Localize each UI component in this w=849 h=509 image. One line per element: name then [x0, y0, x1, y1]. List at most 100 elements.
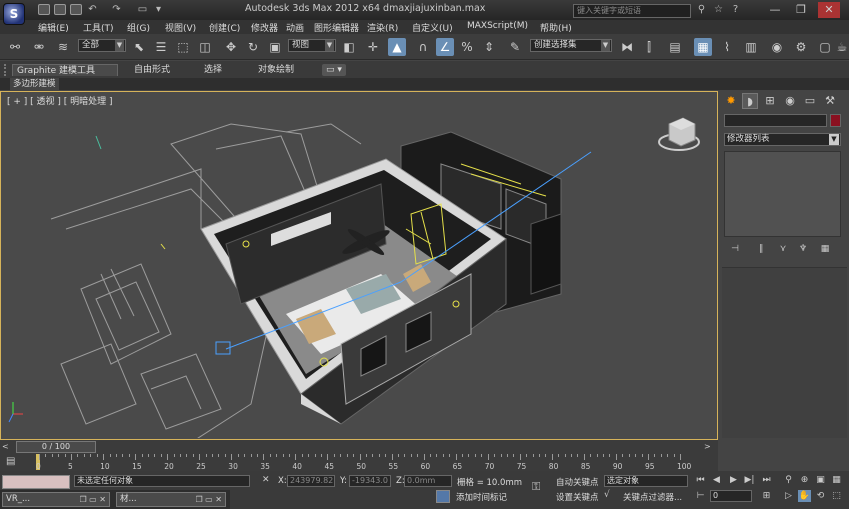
remove-modifier-icon[interactable]: ♆	[796, 243, 810, 256]
tab-selection[interactable]: 选择	[200, 64, 226, 76]
project-folder-icon[interactable]: ▭	[136, 4, 149, 16]
named-selection-dropdown[interactable]: 创建选择集 ▼	[530, 39, 612, 52]
maximize-viewport-icon[interactable]: ⬚	[830, 490, 843, 502]
go-to-end-icon[interactable]: ⏭	[760, 474, 773, 486]
new-file-icon[interactable]	[38, 4, 50, 15]
open-file-icon[interactable]	[54, 4, 66, 15]
quick-access-dropdown-icon[interactable]: ▾	[152, 4, 165, 16]
angle-snap-icon[interactable]: ∠	[436, 38, 454, 56]
menu-create[interactable]: 创建(C)	[209, 21, 240, 34]
isolate-selection-icon[interactable]: ✕	[262, 475, 274, 487]
polygon-modeling-panel[interactable]: 多边形建模	[10, 78, 59, 90]
binoculars-icon[interactable]: ⚲	[695, 4, 708, 16]
zoom-icon[interactable]: ⚲	[782, 474, 795, 486]
modifier-stack[interactable]	[724, 151, 841, 237]
pan-view-icon[interactable]: ✋	[798, 490, 811, 502]
tab-graphite-modeling[interactable]: Graphite 建模工具	[12, 64, 118, 76]
object-name-field[interactable]	[724, 114, 827, 127]
display-panel-icon[interactable]: ▭	[802, 93, 818, 109]
next-key-icon[interactable]: ▶|	[743, 474, 756, 486]
orbit-icon[interactable]: ⟲	[814, 490, 827, 502]
redo-icon[interactable]: ↷	[110, 4, 123, 16]
rectangular-selection-icon[interactable]: ⬚	[174, 38, 192, 56]
set-key-button[interactable]: 设置关键点	[556, 491, 599, 503]
material-editor-icon[interactable]: ◉	[768, 38, 786, 56]
auto-key-button[interactable]: 自动关键点	[556, 476, 599, 488]
reference-coordinate-dropdown[interactable]: 视图 ▼	[288, 39, 336, 52]
spinner-snap-icon[interactable]: ⇕	[480, 38, 498, 56]
window-crossing-icon[interactable]: ◫	[196, 38, 214, 56]
ribbon-options-icon[interactable]: ▭ ▾	[322, 64, 346, 76]
schematic-view-icon[interactable]: ▥	[742, 38, 760, 56]
menu-group[interactable]: 组(G)	[127, 21, 150, 34]
zoom-extents-all-icon[interactable]: ▦	[830, 474, 843, 486]
time-tag-icon[interactable]	[436, 490, 450, 503]
next-frame-icon[interactable]: >	[704, 442, 716, 452]
menu-animation[interactable]: 动画	[286, 21, 304, 34]
play-icon[interactable]: ▶	[727, 474, 740, 486]
select-and-move-icon[interactable]: ✥	[222, 38, 240, 56]
y-coordinate-field[interactable]: -19343.0	[349, 475, 391, 487]
close-button[interactable]: ✕	[818, 2, 840, 18]
edit-named-selection-icon[interactable]: ✎	[506, 38, 524, 56]
menu-rendering[interactable]: 渲染(R)	[367, 21, 398, 34]
selection-filter-dropdown[interactable]: 全部 ▼	[78, 39, 126, 52]
show-end-result-icon[interactable]: ∥	[754, 243, 768, 256]
motion-panel-icon[interactable]: ◉	[782, 93, 798, 109]
layer-manager-icon[interactable]: ▤	[666, 38, 684, 56]
menu-edit[interactable]: 编辑(E)	[38, 21, 69, 34]
save-file-icon[interactable]	[70, 4, 82, 15]
search-input[interactable]: 键入关键字或短语	[573, 4, 691, 18]
previous-frame-icon[interactable]: ◀	[710, 474, 723, 486]
select-by-name-icon[interactable]: ☰	[152, 38, 170, 56]
subscription-star-icon[interactable]: ☆	[712, 4, 725, 16]
time-slider-thumb[interactable]: 0 / 100	[16, 441, 96, 453]
modify-panel-icon[interactable]: ◗	[742, 93, 758, 109]
make-unique-icon[interactable]: ⋎	[776, 243, 790, 256]
keyboard-shortcut-override-icon[interactable]: ▲	[388, 38, 406, 56]
key-mode-toggle-icon[interactable]: ⊢	[694, 490, 707, 502]
utilities-panel-icon[interactable]: ⚒	[822, 93, 838, 109]
pivot-center-icon[interactable]: ◧	[340, 38, 358, 56]
current-frame-field[interactable]: 0	[710, 490, 752, 502]
time-slider[interactable]: < 0 / 100 >	[0, 440, 718, 454]
key-icon[interactable]: ⚿	[532, 480, 548, 493]
render-production-icon[interactable]: ☕	[836, 38, 848, 56]
unlink-icon[interactable]: ⚮	[30, 38, 48, 56]
add-time-tag-button[interactable]: 添加时间标记	[456, 491, 507, 503]
tab-freeform[interactable]: 自由形式	[130, 64, 174, 76]
modifier-list-dropdown[interactable]: 修改器列表 ▼	[724, 133, 841, 146]
curve-editor-icon[interactable]: ⌇	[718, 38, 736, 56]
window-controls-icon[interactable]: ❐ ▭ ✕	[195, 493, 222, 506]
field-of-view-icon[interactable]: ▷	[782, 490, 795, 502]
hierarchy-panel-icon[interactable]: ⊞	[762, 93, 778, 109]
prev-frame-icon[interactable]: <	[2, 442, 14, 452]
menu-maxscript[interactable]: MAXScript(M)	[467, 21, 528, 31]
key-filters-button[interactable]: 关键点过滤器...	[623, 491, 682, 503]
render-frame-icon[interactable]: ▢	[816, 38, 834, 56]
menu-customize[interactable]: 自定义(U)	[412, 21, 453, 34]
undo-icon[interactable]: ↶	[86, 4, 99, 16]
select-manipulate-icon[interactable]: ✛	[364, 38, 382, 56]
menu-graph-editors[interactable]: 图形编辑器	[314, 21, 359, 34]
menu-help[interactable]: 帮助(H)	[540, 21, 572, 34]
track-bar[interactable]: ▤ 0 5 10 15 20 25 30 35 40 45 50 55 60 65 70 75 80 85 90 95…	[0, 454, 718, 471]
select-and-link-icon[interactable]: ⚯	[6, 38, 24, 56]
select-and-scale-icon[interactable]: ▣	[266, 38, 284, 56]
menu-views[interactable]: 视图(V)	[165, 21, 196, 34]
viewport-perspective[interactable]: [ + ] [ 透视 ] [ 明暗处理 ]	[0, 91, 718, 440]
create-panel-icon[interactable]: ✸	[723, 93, 739, 109]
select-and-rotate-icon[interactable]: ↻	[244, 38, 262, 56]
graphite-modeling-tools-icon[interactable]: ▦	[694, 38, 712, 56]
x-coordinate-field[interactable]: 243979.82	[287, 475, 335, 487]
bind-space-warp-icon[interactable]: ≋	[54, 38, 72, 56]
help-icon[interactable]: ?	[729, 4, 742, 16]
go-to-start-icon[interactable]: ⏮	[694, 474, 707, 486]
minimized-window-vray[interactable]: VR_... ❐ ▭ ✕	[2, 492, 110, 507]
app-logo-icon[interactable]: S	[3, 3, 25, 25]
menu-tools[interactable]: 工具(T)	[83, 21, 114, 34]
snaps-toggle-icon[interactable]: ∩	[414, 38, 432, 56]
restore-button[interactable]: ❐	[790, 2, 812, 18]
key-selection-dropdown[interactable]: 选定对象	[604, 475, 688, 487]
mirror-icon[interactable]: ⧓	[618, 38, 636, 56]
